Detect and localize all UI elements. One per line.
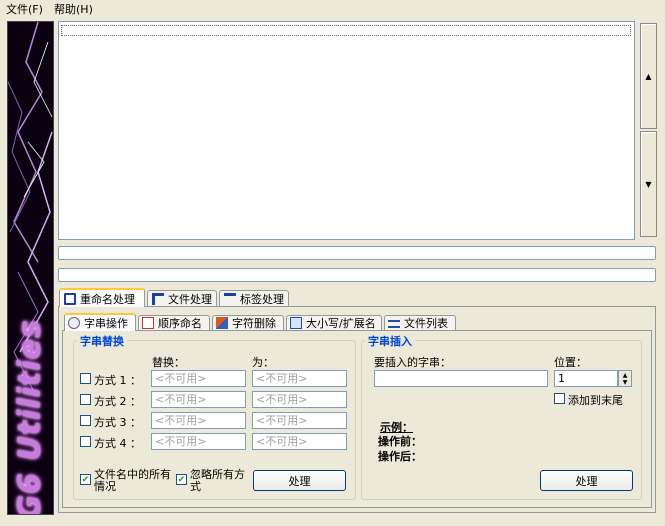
insert-group-title: 字串插入 xyxy=(365,333,415,349)
mode-3-from-field[interactable]: <不可用> xyxy=(151,412,246,429)
check-icon: ✔ xyxy=(81,475,90,485)
mode-2-to-field[interactable]: <不可用> xyxy=(252,391,347,408)
insert-string-input[interactable] xyxy=(374,370,548,387)
tab-char-delete[interactable]: 字符删除 xyxy=(212,315,284,330)
tab-file-process[interactable]: 文件处理 xyxy=(147,290,217,307)
tag-icon xyxy=(224,293,236,305)
move-up-button[interactable]: ▲ xyxy=(640,23,657,129)
menu-help[interactable]: 帮助(H) xyxy=(52,1,95,17)
spin-down-icon: ▼ xyxy=(622,378,628,386)
mode-2-checkbox[interactable] xyxy=(80,394,91,405)
mode-4-label: 方式 4 ： xyxy=(94,437,141,450)
mode-4-from-field[interactable]: <不可用> xyxy=(151,433,246,450)
mode-1-checkbox[interactable] xyxy=(80,373,91,384)
position-label: 位置： xyxy=(554,356,587,369)
mode-1-label: 方式 1 ： xyxy=(94,374,141,387)
ignore-case-label: 忽略所有方式 xyxy=(190,468,245,493)
arrow-down-icon: ▼ xyxy=(645,179,652,189)
file-listbox[interactable] xyxy=(58,21,635,240)
spin-up-icon: ▲ xyxy=(622,371,628,379)
check-icon: ✔ xyxy=(177,475,186,485)
replace-process-button[interactable]: 处理 xyxy=(253,470,346,491)
append-end-label: 添加到末尾 xyxy=(568,394,623,407)
tab-case-ext[interactable]: 大小写/扩展名 xyxy=(286,315,382,330)
progress-bar-1 xyxy=(58,246,656,260)
tab-tag-process[interactable]: 标签处理 xyxy=(219,290,289,307)
append-end-checkbox[interactable] xyxy=(554,393,565,404)
position-spinner[interactable]: ▲ ▼ xyxy=(618,370,632,387)
app-logo: G6 Utilities xyxy=(12,319,48,515)
replace-col-label: 替换： xyxy=(152,356,185,369)
mode-2-label: 方式 2 ： xyxy=(94,395,141,408)
mode-1-from-field[interactable]: <不可用> xyxy=(151,370,246,387)
tab-sequential[interactable]: 顺序命名 xyxy=(138,315,210,330)
list-icon xyxy=(388,320,400,328)
mode-3-to-field[interactable]: <不可用> xyxy=(252,412,347,429)
tab-string-ops[interactable]: 字串操作 xyxy=(64,313,136,331)
all-occurrences-label: 文件名中的所有情况 xyxy=(94,468,171,493)
rename-icon xyxy=(64,292,76,305)
mode-3-checkbox[interactable] xyxy=(80,415,91,426)
case-icon xyxy=(290,317,302,329)
banner-image: G6 Utilities xyxy=(7,21,54,515)
listbox-focus-row xyxy=(61,25,631,36)
replace-group-title: 字串替换 xyxy=(77,333,127,349)
insert-process-button[interactable]: 处理 xyxy=(540,470,633,491)
all-occurrences-checkbox[interactable]: ✔ xyxy=(80,474,91,485)
mode-2-from-field[interactable]: <不可用> xyxy=(151,391,246,408)
file-icon xyxy=(152,293,164,305)
move-down-button[interactable]: ▼ xyxy=(640,131,657,237)
mode-4-to-field[interactable]: <不可用> xyxy=(252,433,347,450)
menu-file[interactable]: 文件(F) xyxy=(4,1,45,17)
mode-3-label: 方式 3 ： xyxy=(94,416,141,429)
calendar-icon xyxy=(142,317,154,329)
after-label: 操作后： xyxy=(378,450,422,463)
before-label: 操作前： xyxy=(378,435,422,448)
mode-1-to-field[interactable]: <不可用> xyxy=(252,370,347,387)
magnifier-icon xyxy=(68,317,80,329)
eraser-icon xyxy=(216,317,228,329)
position-input[interactable]: 1 xyxy=(554,370,618,387)
tab-file-list[interactable]: 文件列表 xyxy=(384,315,456,330)
tab-rename[interactable]: 重命名处理 xyxy=(59,288,145,307)
insert-string-label: 要插入的字串： xyxy=(374,356,451,369)
ignore-case-checkbox[interactable]: ✔ xyxy=(176,474,187,485)
to-col-label: 为： xyxy=(252,356,274,369)
mode-4-checkbox[interactable] xyxy=(80,436,91,447)
menubar: 文件(F) 帮助(H) xyxy=(0,0,665,17)
progress-bar-2 xyxy=(58,268,656,282)
arrow-up-icon: ▲ xyxy=(645,71,652,81)
